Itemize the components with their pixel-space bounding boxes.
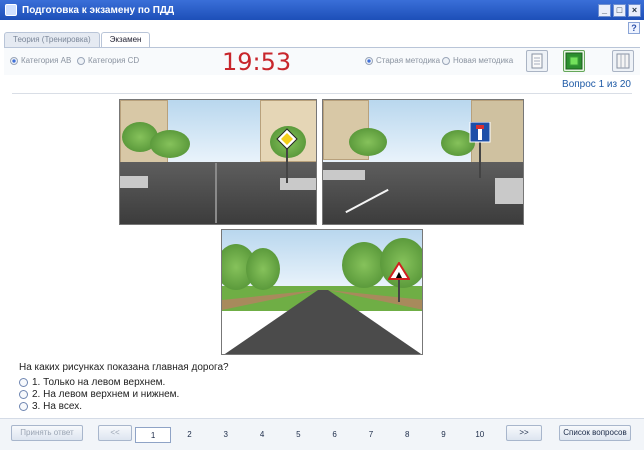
new-method-option[interactable]: Новая методика bbox=[442, 56, 513, 65]
category-cd-label: Категория CD bbox=[88, 56, 140, 65]
curb bbox=[120, 176, 148, 188]
radio-icon[interactable] bbox=[10, 56, 18, 65]
answer-label: 2. На левом верхнем и нижнем. bbox=[32, 389, 180, 400]
category-ab-option[interactable]: Категория АВ bbox=[10, 56, 71, 65]
page-7[interactable]: 7 bbox=[353, 427, 389, 443]
answer-option-2[interactable]: 2. На левом верхнем и нижнем. bbox=[19, 389, 179, 400]
title-bar: Подготовка к экзамену по ПДД _ □ × bbox=[0, 0, 644, 20]
help-button[interactable]: ? bbox=[628, 22, 640, 34]
answer-list: 1. Только на левом верхнем. 2. На левом … bbox=[19, 377, 179, 413]
question-counter: Вопрос 1 из 20 bbox=[562, 79, 631, 90]
tree bbox=[150, 130, 190, 158]
document-icon bbox=[531, 53, 543, 69]
picture-bottom: ▲ bbox=[221, 229, 423, 355]
old-method-option[interactable]: Старая методика bbox=[365, 56, 440, 65]
app-icon bbox=[5, 4, 17, 16]
page-6[interactable]: 6 bbox=[316, 427, 352, 443]
question-list-button[interactable]: Список вопросов bbox=[559, 425, 631, 441]
new-method-label: Новая методика bbox=[453, 56, 514, 65]
navigation-bar: Принять ответ << 1 2 3 4 5 6 7 8 9 10 >>… bbox=[0, 418, 644, 450]
warning-sign-icon: ▲ bbox=[388, 262, 410, 302]
category-cd-option[interactable]: Категория CD bbox=[77, 56, 139, 65]
page-1[interactable]: 1 bbox=[135, 427, 172, 443]
answer-option-3[interactable]: 3. На всех. bbox=[19, 401, 179, 412]
radio-icon[interactable] bbox=[19, 402, 28, 411]
radio-icon[interactable] bbox=[442, 56, 450, 65]
radio-icon[interactable] bbox=[19, 378, 28, 387]
radio-icon[interactable] bbox=[365, 56, 373, 65]
tab-strip: Теория (Тренировка) Экзамен bbox=[4, 32, 151, 48]
page-5[interactable]: 5 bbox=[280, 427, 316, 443]
answer-option-1[interactable]: 1. Только на левом верхнем. bbox=[19, 377, 179, 388]
page-4[interactable]: 4 bbox=[244, 427, 280, 443]
page-3[interactable]: 3 bbox=[208, 427, 244, 443]
document-button[interactable] bbox=[526, 50, 548, 72]
category-ab-label: Категория АВ bbox=[21, 56, 72, 65]
question-text: На каких рисунках показана главная дорог… bbox=[19, 362, 229, 373]
curb bbox=[495, 178, 523, 204]
tab-theory[interactable]: Теория (Тренировка) bbox=[4, 32, 100, 47]
tab-exam[interactable]: Экзамен bbox=[100, 32, 151, 48]
submit-answer-button[interactable]: Принять ответ bbox=[11, 425, 83, 441]
radio-icon[interactable] bbox=[77, 56, 85, 65]
old-method-label: Старая методика bbox=[376, 56, 441, 65]
list-button[interactable] bbox=[612, 50, 634, 72]
tree bbox=[349, 128, 387, 156]
prev-button[interactable]: << bbox=[98, 425, 132, 441]
close-button[interactable]: × bbox=[628, 3, 641, 17]
picture-top-left bbox=[119, 99, 317, 225]
answer-label: 3. На всех. bbox=[32, 401, 82, 412]
minimize-button[interactable]: _ bbox=[598, 3, 611, 17]
divider bbox=[12, 93, 632, 94]
page-8[interactable]: 8 bbox=[389, 427, 425, 443]
green-square-button[interactable] bbox=[563, 50, 585, 72]
svg-text:▲: ▲ bbox=[396, 270, 403, 279]
green-square-icon bbox=[565, 52, 583, 70]
maximize-button[interactable]: □ bbox=[613, 3, 626, 17]
curb bbox=[323, 170, 365, 180]
main-road-sign-icon bbox=[276, 128, 298, 183]
picture-top-right bbox=[322, 99, 524, 225]
page-10[interactable]: 10 bbox=[462, 427, 498, 443]
next-button[interactable]: >> bbox=[506, 425, 542, 441]
answer-label: 1. Только на левом верхнем. bbox=[32, 377, 166, 388]
exam-timer: 19:53 bbox=[222, 48, 292, 76]
dead-end-sign-icon bbox=[469, 122, 491, 178]
lane-marking bbox=[215, 163, 217, 223]
page-9[interactable]: 9 bbox=[425, 427, 461, 443]
page-selector: 1 2 3 4 5 6 7 8 9 10 bbox=[135, 427, 498, 443]
window-title: Подготовка к экзамену по ПДД bbox=[22, 4, 175, 16]
radio-icon[interactable] bbox=[19, 390, 28, 399]
list-icon bbox=[616, 53, 630, 69]
exam-toolbar: Категория АВ Категория CD 19:53 Старая м… bbox=[4, 47, 640, 76]
page-2[interactable]: 2 bbox=[171, 427, 207, 443]
